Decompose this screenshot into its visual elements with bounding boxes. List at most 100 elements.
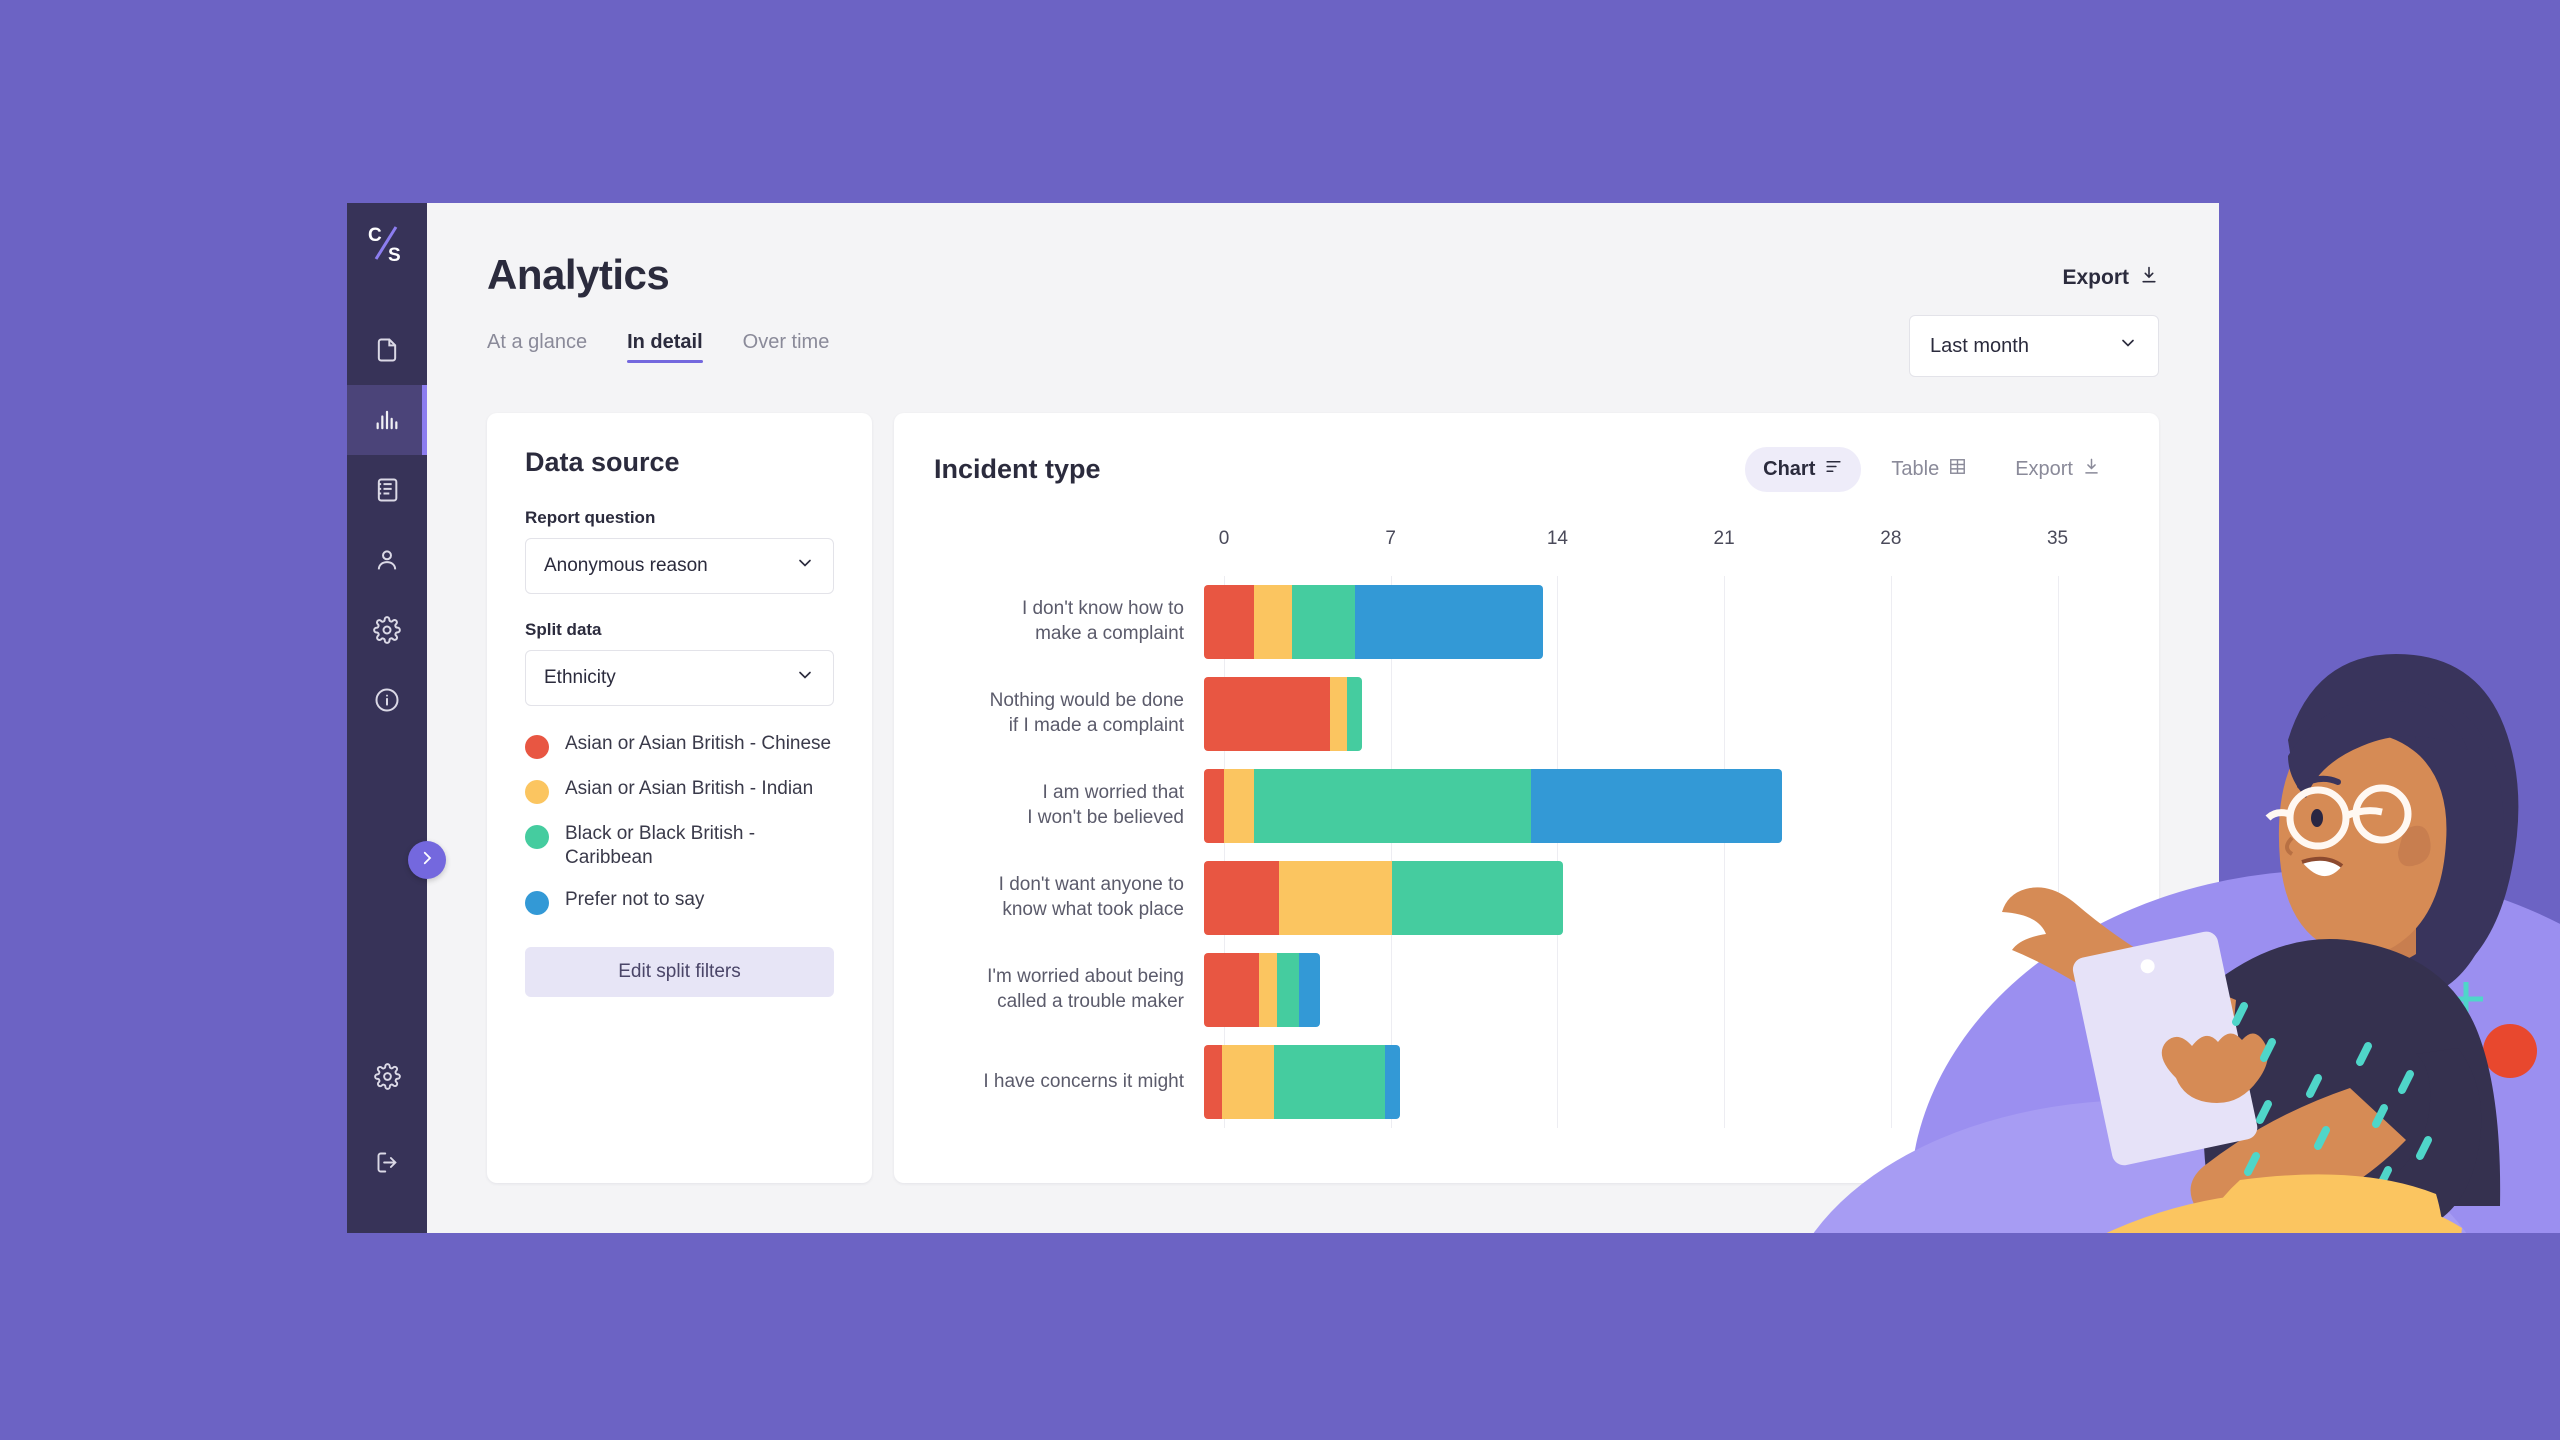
sidebar-item-settings[interactable] [347, 595, 427, 665]
chevron-down-icon [795, 665, 815, 691]
bar-segment[interactable] [1530, 769, 1782, 843]
bar-category-label: I have concerns it might [983, 1070, 1184, 1092]
bar-segment[interactable] [1254, 585, 1292, 659]
chart-export-label: Export [2015, 458, 2073, 480]
document-icon [373, 336, 401, 364]
split-data-select[interactable]: Ethnicity [525, 650, 834, 706]
x-axis-ticks: 0 7 14 21 28 35 [1219, 528, 2129, 558]
sidebar-item-people[interactable] [347, 525, 427, 595]
legend-item[interactable]: Black or Black British - Caribbean [525, 822, 834, 870]
tab-in-detail[interactable]: In detail [627, 331, 703, 363]
legend-item[interactable]: Asian or Asian British - Indian [525, 777, 834, 804]
download-icon [2082, 457, 2101, 482]
bar-segment[interactable] [1354, 585, 1544, 659]
bar-row: I'm worried about being called a trouble… [894, 944, 2159, 1036]
bar-chart-icon [373, 406, 401, 434]
app-window: C S Analytics Export At a glance In deta… [347, 203, 2219, 1233]
legend-color-swatch [525, 735, 549, 759]
chart-view-actions: Chart Table Export [1745, 447, 2119, 492]
tab-at-a-glance[interactable]: At a glance [487, 331, 587, 363]
sidebar: C S [347, 203, 446, 1233]
bar-segment[interactable] [1204, 861, 1280, 935]
stacked-bar[interactable] [1204, 1045, 1400, 1119]
report-question-value: Anonymous reason [544, 555, 708, 576]
bar-segment[interactable] [1299, 953, 1320, 1027]
sidebar-item-analytics[interactable] [347, 385, 427, 455]
bar-category-label: I don't want anyone to know what took pl… [998, 874, 1184, 920]
bar-segment[interactable] [1254, 769, 1531, 843]
report-question-select[interactable]: Anonymous reason [525, 538, 834, 594]
chart-view-button[interactable]: Chart [1745, 447, 1862, 492]
split-data-value: Ethnicity [544, 667, 616, 688]
table-view-button[interactable]: Table [1873, 447, 1985, 492]
stacked-bar[interactable] [1204, 677, 1363, 751]
bar-segment[interactable] [1279, 861, 1393, 935]
tabs: At a glance In detail Over time [487, 331, 829, 363]
page-header: Analytics Export [487, 203, 2159, 299]
bar-track [1204, 677, 2159, 751]
person-icon [373, 546, 401, 574]
bar-segment[interactable] [1384, 1045, 1400, 1119]
sidebar-item-cases[interactable] [347, 455, 427, 525]
app-logo[interactable]: C S [347, 203, 427, 283]
table-view-label: Table [1891, 458, 1940, 480]
bar-row: I have concerns it might [894, 1036, 2159, 1128]
stacked-bar[interactable] [1204, 861, 1564, 935]
edit-split-filters-button[interactable]: Edit split filters [525, 946, 834, 997]
bar-segment[interactable] [1291, 585, 1355, 659]
legend-color-swatch [525, 780, 549, 804]
gear-icon [373, 616, 401, 644]
tab-over-time[interactable]: Over time [743, 331, 830, 363]
chevron-down-icon [2118, 333, 2138, 359]
cards-row: Data source Report question Anonymous re… [487, 413, 2159, 1183]
sidebar-item-reports[interactable] [347, 315, 427, 385]
stacked-bar[interactable] [1204, 769, 1782, 843]
chart-plot: 0 7 14 21 28 35 I don't know how to make a co… [894, 528, 2159, 1183]
page-title: Analytics [487, 251, 670, 298]
sidebar-bottom-settings[interactable] [347, 1041, 427, 1111]
chart-header: Incident type Chart Table Export [894, 447, 2159, 492]
bar-segment[interactable] [1329, 677, 1348, 751]
bar-segment[interactable] [1347, 677, 1363, 751]
report-question-label: Report question [525, 508, 656, 527]
bar-segment[interactable] [1204, 677, 1330, 751]
stacked-bar[interactable] [1204, 953, 1320, 1027]
bar-segment[interactable] [1221, 1045, 1275, 1119]
chart-export-button[interactable]: Export [1997, 447, 2119, 492]
chart-view-label: Chart [1763, 458, 1816, 480]
legend-item[interactable]: Prefer not to say [525, 888, 834, 915]
bar-segment[interactable] [1274, 1045, 1385, 1119]
bar-category-label: I don't know how to make a complaint [1021, 598, 1184, 644]
sidebar-bottom-logout[interactable] [347, 1127, 427, 1197]
x-axis-tick: 14 [1546, 528, 1568, 549]
stacked-bar[interactable] [1204, 585, 1544, 659]
bar-category-label: I'm worried about being called a trouble… [987, 966, 1184, 1012]
bar-segment[interactable] [1204, 1045, 1222, 1119]
bar-segment[interactable] [1259, 953, 1277, 1027]
legend-item-label: Asian or Asian British - Indian [565, 778, 814, 799]
bar-segment[interactable] [1204, 769, 1225, 843]
tabs-row: At a glance In detail Over time Last mon… [487, 315, 2159, 377]
chevron-down-icon [795, 553, 815, 579]
chevron-right-icon [418, 849, 436, 872]
table-grid-icon [1948, 457, 1967, 482]
bar-segment[interactable] [1204, 585, 1255, 659]
sidebar-bottom-nav [347, 1041, 427, 1197]
bar-track [1204, 953, 2159, 1027]
bar-segment[interactable] [1276, 953, 1300, 1027]
sidebar-expand-button[interactable] [408, 841, 446, 879]
legend-item[interactable]: Asian or Asian British - Chinese [525, 732, 834, 759]
svg-text:C: C [368, 225, 382, 246]
date-range-select[interactable]: Last month [1909, 315, 2159, 377]
bar-segment[interactable] [1224, 769, 1255, 843]
export-button-top[interactable]: Export [2062, 265, 2159, 291]
bar-row: Nothing would be done if I made a compla… [894, 668, 2159, 760]
sidebar-item-help[interactable] [347, 665, 427, 735]
legend-item-label: Black or Black British - Caribbean [565, 823, 756, 868]
x-axis-tick: 28 [1880, 528, 1902, 549]
bar-segment[interactable] [1392, 861, 1564, 935]
x-axis-tick: 21 [1713, 528, 1735, 549]
bar-segment[interactable] [1204, 953, 1260, 1027]
page-background-foreground-strip [0, 1233, 2560, 1440]
x-axis-tick: 35 [2046, 528, 2069, 549]
